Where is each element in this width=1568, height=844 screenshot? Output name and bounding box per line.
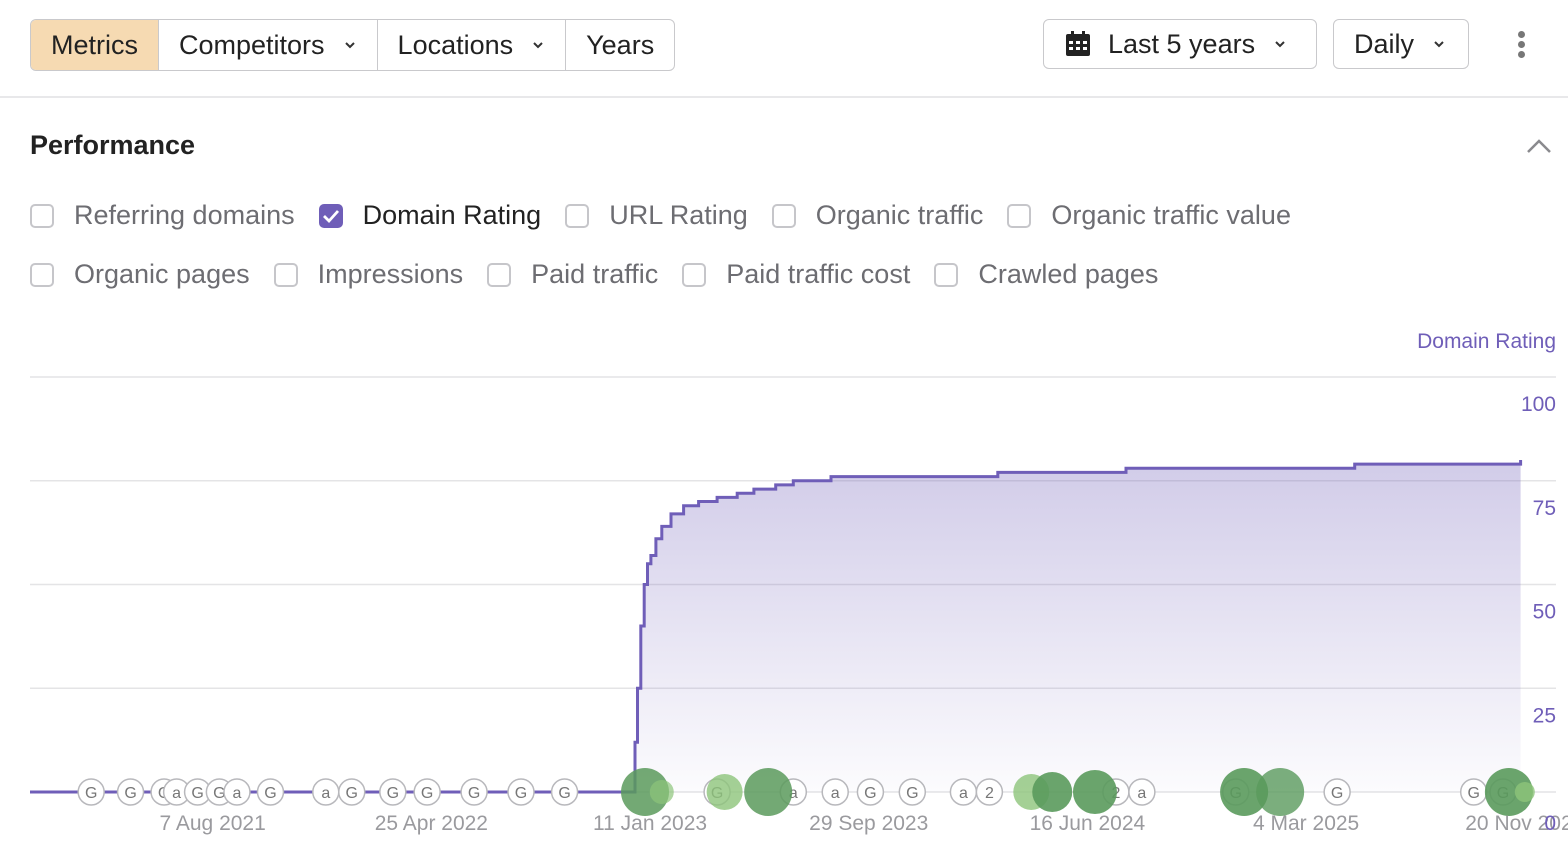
checkbox-box[interactable] bbox=[682, 262, 707, 287]
y-axis-title: Domain Rating bbox=[1417, 330, 1556, 353]
checkbox-label: Paid traffic cost bbox=[726, 259, 911, 289]
tab-label: Metrics bbox=[51, 29, 138, 60]
tab-locations[interactable]: Locations bbox=[378, 20, 567, 70]
calendar-icon bbox=[1066, 31, 1090, 56]
activity-bubble bbox=[1514, 782, 1535, 802]
chevron-down-icon bbox=[1275, 41, 1285, 48]
tab-competitors[interactable]: Competitors bbox=[159, 20, 378, 70]
checkbox-box[interactable] bbox=[487, 262, 512, 287]
event-marker-label: a bbox=[1137, 785, 1146, 802]
y-tick-label: 0 bbox=[1544, 812, 1556, 835]
event-marker-label: a bbox=[172, 785, 181, 802]
event-marker-label: G bbox=[906, 785, 918, 802]
event-marker-label: G bbox=[468, 785, 480, 802]
interval-label: Daily bbox=[1354, 28, 1415, 59]
chevron-down-icon bbox=[1434, 41, 1444, 48]
x-tick-label: 11 Jan 2023 bbox=[593, 812, 707, 835]
activity-bubble bbox=[649, 780, 674, 804]
checkbox-paid-traffic-cost[interactable]: Paid traffic cost bbox=[682, 259, 910, 290]
series-area bbox=[631, 460, 1521, 792]
date-range-label: Last 5 years bbox=[1108, 28, 1256, 59]
chevron-down-icon bbox=[533, 42, 543, 49]
checkbox-box[interactable] bbox=[771, 203, 796, 228]
activity-bubble bbox=[706, 774, 743, 810]
tab-years[interactable]: Years bbox=[566, 20, 674, 70]
event-marker-label: a bbox=[233, 785, 242, 802]
event-marker-label: a bbox=[959, 785, 968, 802]
event-marker-label: G bbox=[864, 785, 876, 802]
checkbox-referring-domains[interactable]: Referring domains bbox=[30, 200, 295, 231]
checkbox-label: Crawled pages bbox=[978, 259, 1159, 289]
checkbox-organic-pages[interactable]: Organic pages bbox=[30, 259, 250, 290]
checkbox-label: URL Rating bbox=[609, 200, 748, 230]
view-tabs: Metrics Competitors Locations Years bbox=[30, 19, 676, 71]
checkbox-label: Organic traffic value bbox=[1051, 200, 1291, 230]
event-marker-label: G bbox=[264, 785, 276, 802]
x-tick-label: 4 Mar 2025 bbox=[1253, 812, 1359, 835]
event-marker-label: G bbox=[191, 785, 203, 802]
y-tick-label: 100 bbox=[1521, 393, 1556, 416]
check-icon bbox=[322, 209, 339, 223]
checkbox-url-rating[interactable]: URL Rating bbox=[565, 200, 748, 231]
event-marker-label: G bbox=[85, 785, 97, 802]
checkbox-label: Referring domains bbox=[74, 200, 295, 230]
event-marker-label: G bbox=[515, 785, 527, 802]
checkbox-organic-traffic[interactable]: Organic traffic bbox=[771, 200, 984, 231]
tab-label: Years bbox=[586, 29, 655, 60]
domain-rating-chart: GGGaGGaGaGGGGGGGaaGGa22aGGGG 7 Aug 20212… bbox=[30, 376, 1568, 835]
checkbox-box[interactable] bbox=[934, 262, 959, 287]
section-title: Performance bbox=[30, 130, 196, 160]
checkbox-domain-rating[interactable]: Domain Rating bbox=[318, 200, 542, 231]
checkbox-box[interactable] bbox=[30, 203, 54, 228]
checkbox-label: Domain Rating bbox=[362, 200, 542, 230]
interval-dropdown[interactable]: Daily bbox=[1333, 19, 1469, 69]
metric-options-row-2: Organic pages Impressions Paid traffic P… bbox=[30, 259, 1182, 290]
event-marker-label: a bbox=[831, 785, 840, 802]
checkbox-paid-traffic[interactable]: Paid traffic bbox=[487, 259, 658, 290]
checkbox-impressions[interactable]: Impressions bbox=[273, 259, 464, 290]
chevron-down-icon bbox=[344, 42, 355, 49]
activity-bubble bbox=[744, 768, 793, 816]
event-marker-label: G bbox=[558, 785, 570, 802]
checkbox-label: Impressions bbox=[317, 259, 464, 289]
checkbox-label: Organic pages bbox=[74, 259, 250, 289]
more-vertical-icon[interactable] bbox=[1512, 28, 1530, 64]
event-marker-label: a bbox=[321, 785, 330, 802]
event-marker-label: G bbox=[1467, 785, 1479, 802]
y-tick-label: 25 bbox=[1533, 704, 1556, 727]
checkbox-box[interactable] bbox=[1007, 203, 1032, 228]
toolbar: Metrics Competitors Locations Years Last… bbox=[0, 0, 1568, 98]
x-tick-label: 7 Aug 2021 bbox=[160, 812, 266, 835]
activity-bubble bbox=[1032, 772, 1073, 812]
date-range-dropdown[interactable]: Last 5 years bbox=[1043, 19, 1317, 69]
checkbox-box[interactable] bbox=[30, 262, 54, 287]
y-tick-label: 50 bbox=[1533, 601, 1556, 624]
metric-options-row-1: Referring domains Domain Rating URL Rati… bbox=[30, 200, 1315, 231]
tab-label: Locations bbox=[397, 29, 514, 60]
event-marker-label: G bbox=[1331, 785, 1343, 802]
chevron-up-icon[interactable] bbox=[1524, 134, 1554, 158]
event-marker-label: G bbox=[124, 785, 136, 802]
event-marker-label: G bbox=[346, 785, 358, 802]
y-tick-label: 75 bbox=[1533, 497, 1556, 520]
x-tick-label: 25 Apr 2022 bbox=[375, 812, 488, 835]
activity-bubble bbox=[1072, 770, 1117, 814]
tab-label: Competitors bbox=[179, 29, 325, 60]
checkbox-crawled-pages[interactable]: Crawled pages bbox=[934, 259, 1158, 290]
event-marker-label: G bbox=[421, 785, 433, 802]
x-tick-label: 29 Sep 2023 bbox=[809, 812, 928, 835]
event-marker-label: G bbox=[387, 785, 399, 802]
checkbox-label: Organic traffic bbox=[815, 200, 984, 230]
checkbox-organic-traffic-value[interactable]: Organic traffic value bbox=[1007, 200, 1291, 231]
checkbox-box[interactable] bbox=[318, 203, 343, 228]
tab-metrics[interactable]: Metrics bbox=[31, 20, 159, 70]
checkbox-box[interactable] bbox=[273, 262, 298, 287]
event-marker-label: 2 bbox=[985, 785, 994, 802]
activity-bubble bbox=[1256, 768, 1305, 816]
checkbox-label: Paid traffic bbox=[531, 259, 659, 289]
checkbox-box[interactable] bbox=[565, 203, 590, 228]
x-tick-label: 16 Jun 2024 bbox=[1030, 812, 1146, 835]
